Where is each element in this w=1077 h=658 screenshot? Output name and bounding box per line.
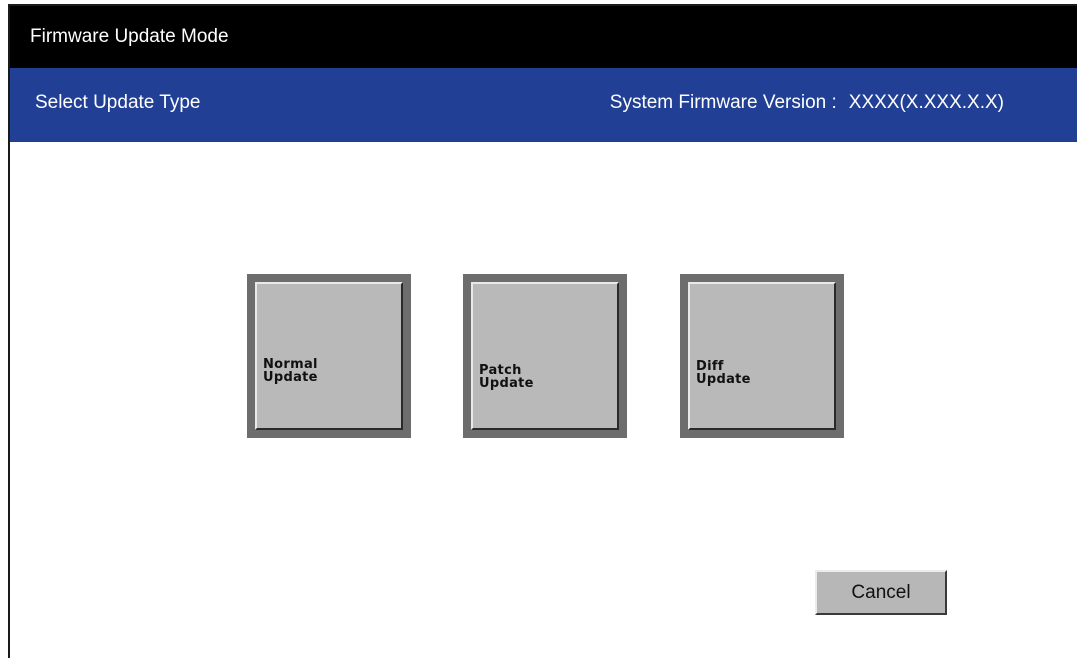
patch-update-label-line2: Update <box>479 376 534 391</box>
normal-update-label: Normal Update <box>263 358 318 384</box>
diff-update-label: Diff Update <box>696 360 751 386</box>
window-title: Firmware Update Mode <box>30 26 229 47</box>
cancel-button[interactable]: Cancel <box>815 570 947 615</box>
patch-update-button-face[interactable]: Patch Update <box>471 282 619 430</box>
diff-update-button[interactable]: Diff Update <box>680 274 844 438</box>
diff-update-label-line2: Update <box>696 372 751 387</box>
window-title-bar: Firmware Update Mode <box>10 6 1077 68</box>
firmware-update-window: Firmware Update Mode Select Update Type … <box>8 4 1077 658</box>
normal-update-button-face[interactable]: Normal Update <box>255 282 403 430</box>
firmware-version-label: System Firmware Version : <box>609 92 837 113</box>
patch-update-label: Patch Update <box>479 364 534 390</box>
header-bar: Select Update Type System Firmware Versi… <box>10 68 1077 142</box>
normal-update-button[interactable]: Normal Update <box>247 274 411 438</box>
firmware-version-display: System Firmware Version : XXXX(X.XXX.X.X) <box>610 68 1004 138</box>
page-subtitle: Select Update Type <box>35 92 201 113</box>
diff-update-button-face[interactable]: Diff Update <box>688 282 836 430</box>
patch-update-button[interactable]: Patch Update <box>463 274 627 438</box>
normal-update-label-line2: Update <box>263 370 318 385</box>
firmware-version-value: XXXX(X.XXX.X.X) <box>848 92 1004 113</box>
